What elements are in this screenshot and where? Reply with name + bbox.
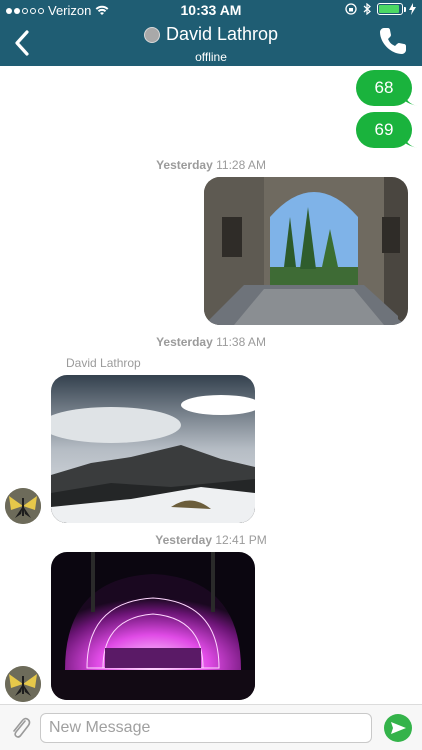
avatar[interactable]	[5, 666, 41, 702]
contact-name: David Lathrop	[165, 24, 279, 44]
bluetooth-icon	[363, 3, 371, 15]
battery-icon	[377, 3, 406, 15]
bubble-tail	[398, 311, 408, 325]
contact-status: offline	[195, 49, 227, 64]
new-message-input[interactable]	[40, 713, 372, 743]
archway-photo-image	[204, 177, 408, 325]
phone-icon[interactable]	[376, 24, 410, 58]
timestamp-time: 11:38 AM	[216, 335, 266, 349]
status-bar: Verizon 10:33 AM	[0, 0, 422, 20]
timestamp-day: Yesterday	[155, 533, 212, 547]
sent-photo-archway[interactable]	[204, 177, 408, 325]
received-photo-mountain[interactable]	[51, 375, 255, 523]
sent-message-bubble[interactable]: 69	[356, 112, 418, 148]
butterfly-avatar-image	[5, 488, 41, 524]
orientation-lock-icon	[345, 3, 357, 15]
send-button[interactable]	[384, 714, 412, 742]
butterfly-avatar-image	[5, 666, 41, 702]
charging-icon	[409, 3, 416, 15]
nav-header: Verizon 10:33 AM David Lathrop offline	[0, 0, 422, 66]
avatar[interactable]	[5, 488, 41, 524]
received-photo-concert[interactable]	[51, 552, 255, 700]
message-timestamp: Yesterday 11:28 AM	[0, 158, 422, 172]
timestamp-day: Yesterday	[156, 335, 213, 349]
timestamp-time: 11:28 AM	[216, 158, 266, 172]
status-icons	[345, 3, 416, 15]
paperclip-icon[interactable]	[8, 715, 32, 741]
message-timestamp: Yesterday 12:41 PM	[0, 533, 422, 547]
timestamp-time: 12:41 PM	[215, 533, 267, 547]
bubble-tail	[404, 92, 418, 106]
battery-level	[379, 5, 400, 13]
message-timestamp: Yesterday 11:38 AM	[0, 335, 422, 349]
bubble-tail	[404, 134, 418, 148]
conversation-title[interactable]: David Lathrop offline	[0, 24, 422, 64]
message-text: 68	[374, 78, 394, 97]
send-arrow-icon	[391, 722, 406, 734]
mountain-photo-image	[51, 375, 255, 523]
timestamp-day: Yesterday	[156, 158, 213, 172]
presence-indicator	[143, 26, 160, 43]
sender-name: David Lathrop	[66, 356, 141, 370]
message-text: 69	[374, 120, 394, 139]
sent-message-bubble[interactable]: 68	[356, 70, 418, 106]
concert-photo-image	[51, 552, 255, 700]
message-composer	[0, 704, 422, 750]
